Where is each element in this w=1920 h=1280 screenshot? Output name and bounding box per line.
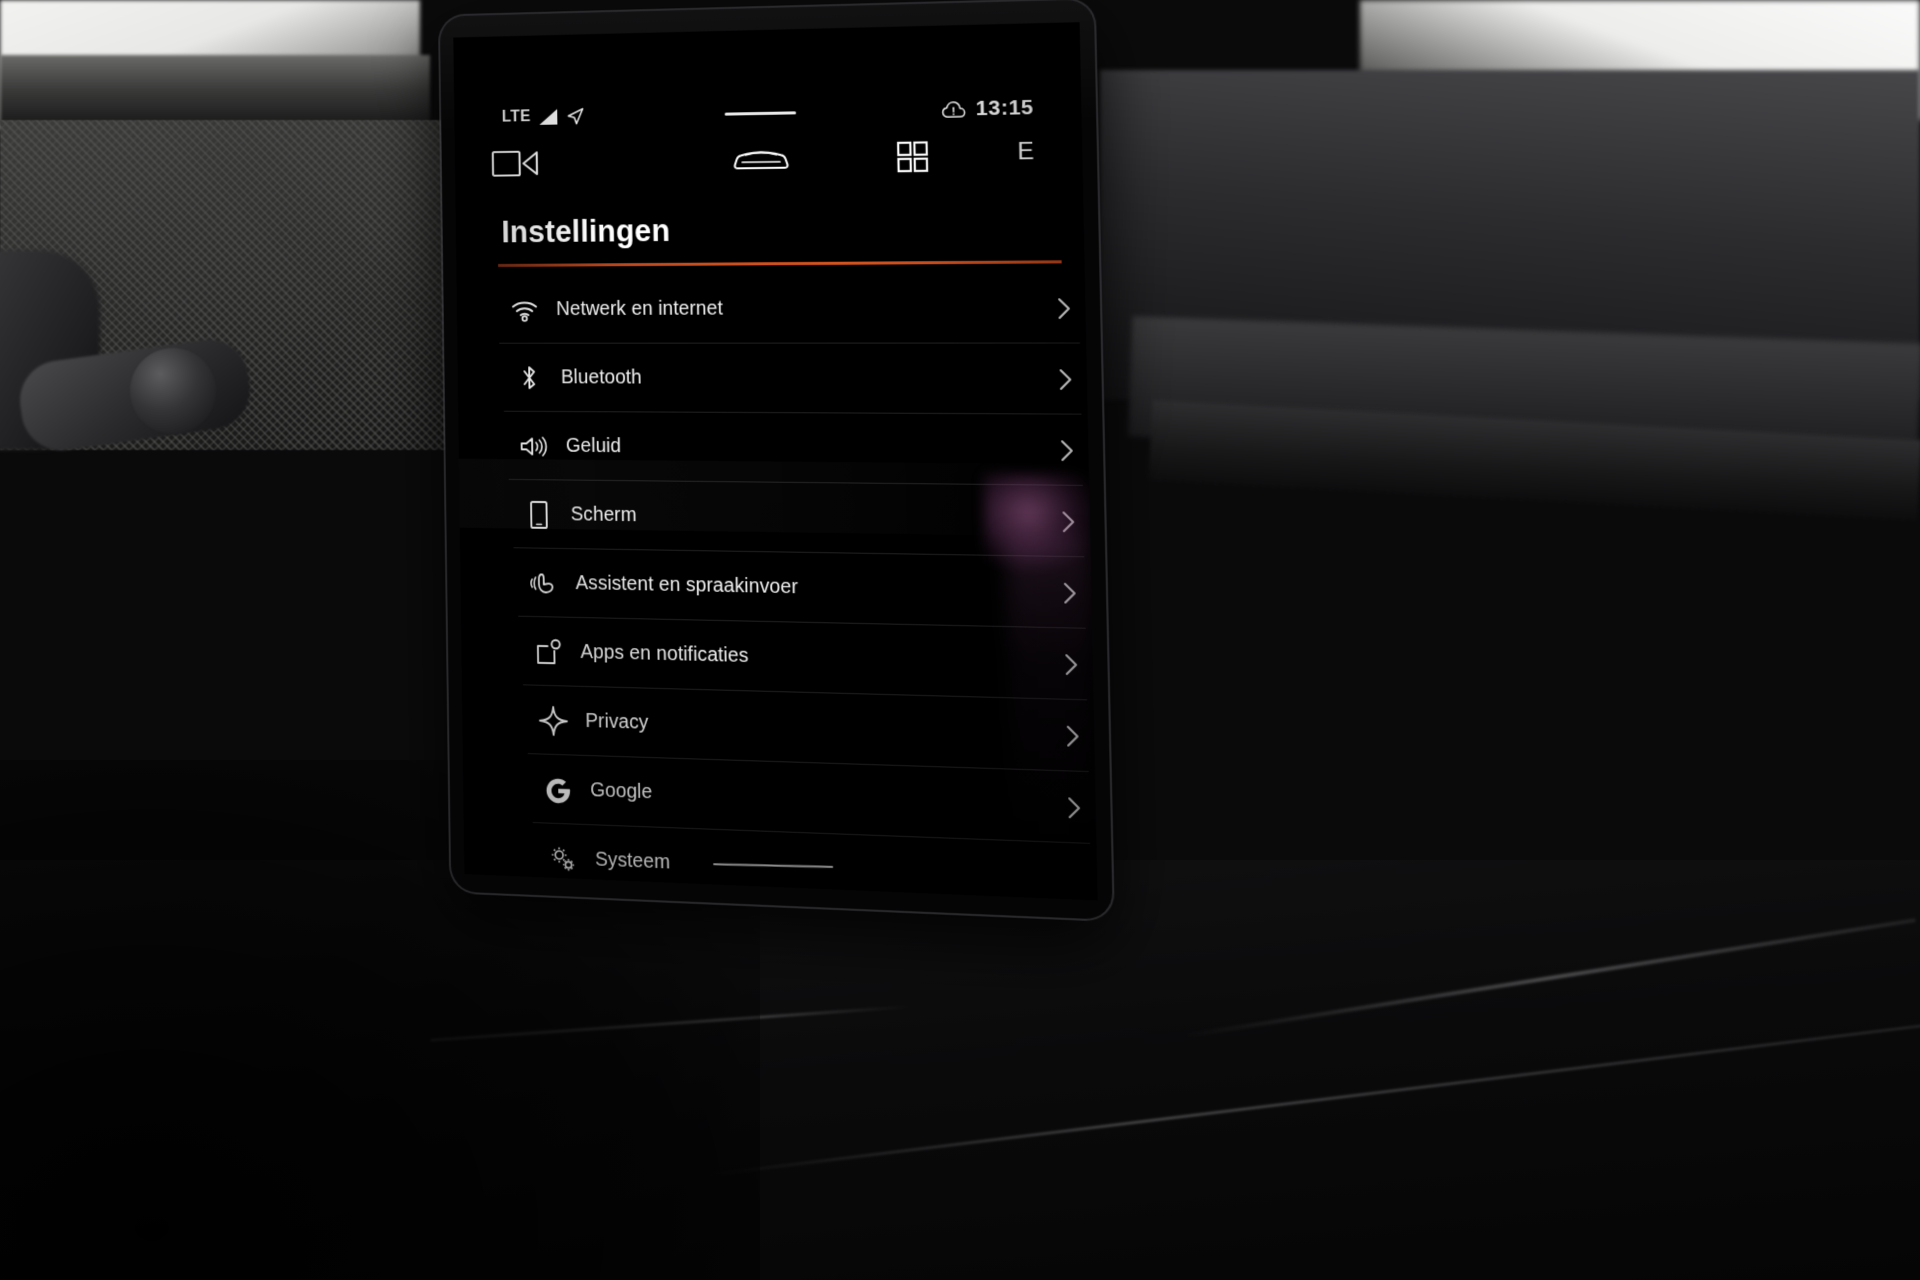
media-camera-icon[interactable] — [491, 146, 541, 185]
settings-row-label: Assistent en spraakinvoer — [575, 572, 799, 599]
chevron-right-icon — [1057, 297, 1071, 320]
chevron-right-icon — [1066, 724, 1080, 747]
energy-indicator[interactable]: E — [1017, 138, 1035, 167]
chevron-right-icon — [1061, 510, 1075, 533]
settings-list: Netwerk en internet Bluetooth Geluid Sch… — [456, 272, 1097, 900]
settings-row-assistent-en-spraakinvoer[interactable]: Assistent en spraakinvoer — [475, 548, 1092, 629]
navigation-arrow-icon — [566, 106, 586, 126]
chevron-right-icon — [1067, 796, 1081, 819]
status-bar-left: LTE — [502, 106, 586, 127]
page-title: Instellingen — [501, 213, 671, 250]
chevron-right-icon — [1059, 368, 1073, 391]
display-area: LTE 13:15 E Instellingen Netwerk en inte… — [453, 22, 1098, 901]
status-bar-right: 13:15 — [941, 96, 1034, 122]
cloud-warning-icon[interactable] — [941, 99, 966, 120]
chevron-right-icon — [1060, 439, 1074, 462]
stalk-knob — [130, 348, 216, 434]
chevron-right-icon — [1063, 581, 1077, 604]
dashboard-top-strip — [0, 55, 430, 125]
screen-bezel: LTE 13:15 E Instellingen Netwerk en inte… — [439, 0, 1113, 920]
settings-row-label: Google — [590, 779, 653, 804]
settings-row-label: Netwerk en internet — [556, 297, 724, 320]
notification-handle[interactable] — [724, 110, 797, 116]
energy-label: E — [1017, 137, 1035, 166]
car-icon[interactable] — [732, 142, 790, 182]
status-bar: LTE 13:15 — [454, 90, 1082, 135]
display-icon — [524, 499, 553, 529]
infotainment-screen: LTE 13:15 E Instellingen Netwerk en inte… — [439, 0, 1113, 920]
clock: 13:15 — [975, 95, 1034, 121]
settings-row-label: Systeem — [595, 848, 671, 874]
apps-grid-icon[interactable] — [895, 139, 930, 179]
apps-notifications-icon — [534, 636, 563, 667]
volume-icon — [520, 431, 549, 461]
google-g-icon — [544, 774, 573, 805]
chevron-right-icon — [1064, 653, 1078, 676]
system-gears-icon — [548, 843, 577, 874]
privacy-cross-icon — [539, 705, 568, 736]
settings-row-label: Apps en notificaties — [580, 640, 749, 668]
bluetooth-icon — [515, 363, 544, 393]
settings-row-scherm[interactable]: Scherm — [471, 479, 1091, 558]
network-type-label: LTE — [501, 108, 531, 126]
settings-row-label: Scherm — [570, 503, 637, 527]
signal-bars-icon — [539, 109, 557, 125]
navigation-bar: E — [455, 137, 1083, 204]
voice-assistant-icon — [529, 568, 558, 598]
wifi-icon — [510, 295, 539, 325]
settings-row-label: Bluetooth — [560, 366, 643, 389]
settings-row-bluetooth[interactable]: Bluetooth — [461, 344, 1088, 415]
settings-row-netwerk-en-internet[interactable]: Netwerk en internet — [456, 272, 1086, 344]
settings-row-label: Geluid — [565, 434, 622, 458]
title-divider — [498, 260, 1062, 267]
settings-row-geluid[interactable]: Geluid — [466, 412, 1089, 486]
settings-row-label: Privacy — [585, 709, 649, 734]
